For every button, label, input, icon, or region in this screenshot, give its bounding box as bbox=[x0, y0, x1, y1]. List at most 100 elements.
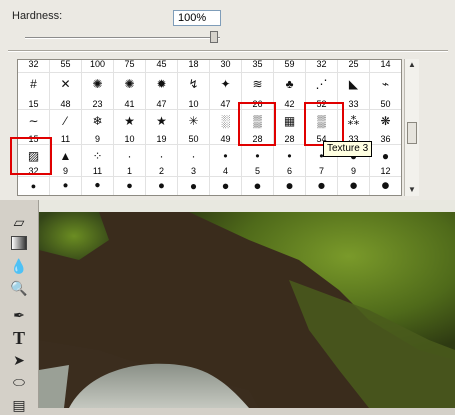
brush-preset-r3-c1[interactable]: ⁄ 11 bbox=[50, 110, 82, 145]
brush-preset-r4-c6[interactable]: • 4 bbox=[210, 145, 242, 177]
brush-preset-r3-c9[interactable]: ▒ 54 bbox=[306, 110, 338, 145]
divider bbox=[8, 50, 448, 52]
brush-preset-r2-c8[interactable]: ♣ 42 bbox=[274, 73, 306, 110]
brush-preset-r5-c1[interactable]: ● bbox=[50, 177, 82, 195]
scroll-up-icon[interactable]: ▲ bbox=[405, 59, 419, 71]
brush-preset-r3-c11[interactable]: ❋ 36 bbox=[370, 110, 401, 145]
brush-preset-grid: 32 55 100 75 45 18 30 35 59 32 25 14 #15 ✕ 48 ✺ 23 ✺ 41 ✹ 47… bbox=[17, 59, 402, 196]
brush-preset-r1-c1[interactable]: 55 bbox=[50, 59, 82, 73]
brush-preset-r1-c0[interactable]: 32 bbox=[18, 60, 50, 73]
brush-preset-r3-c7[interactable]: ▒ 28 bbox=[242, 110, 274, 145]
brush-preset-r2-c11[interactable]: ⌁ 50 bbox=[370, 73, 401, 110]
brush-size-label: 75 bbox=[124, 59, 135, 69]
ellipse-icon[interactable]: ⬭ bbox=[8, 372, 30, 392]
brush-preset-r1-c2[interactable]: 100 bbox=[82, 59, 114, 73]
brush-preset-r2-c5[interactable]: ↯ 10 bbox=[178, 73, 210, 110]
brush-preset-r4-c1[interactable]: ▲ 9 bbox=[50, 145, 82, 177]
hardness-slider-track[interactable] bbox=[25, 37, 220, 39]
brush-size-label: 36 bbox=[380, 134, 391, 144]
type-icon[interactable]: T bbox=[8, 328, 30, 348]
brush-preset-r1-c11[interactable]: 14 bbox=[370, 60, 401, 73]
brush-preset-r2-c7[interactable]: ≋ 26 bbox=[242, 73, 274, 110]
brush-preset-r4-c7[interactable]: • 5 bbox=[242, 145, 274, 177]
brush-preset-r5-c11[interactable]: ● bbox=[370, 177, 401, 195]
brush-preset-r2-c9[interactable]: ⋰ 52 bbox=[306, 73, 338, 110]
brush-preset-r5-c5[interactable]: ● bbox=[178, 177, 210, 195]
brush-preset-r1-c7[interactable]: 35 bbox=[242, 60, 274, 73]
brush-preset-r4-c5[interactable]: · 3 bbox=[178, 145, 210, 177]
brush-preset-r3-c0[interactable]: ∼ 15 bbox=[18, 110, 50, 145]
brush-preset-r1-c8[interactable]: 59 bbox=[274, 60, 306, 73]
brush-preset-r1-c6[interactable]: 30 bbox=[210, 60, 242, 73]
brush-grid-scrollbar[interactable]: ▲ ▼ bbox=[404, 59, 419, 196]
brush-preset-r3-c8[interactable]: ▦ 28 bbox=[274, 110, 306, 145]
brush-preset-r4-c2[interactable]: ⁘ 11 bbox=[82, 145, 114, 177]
dodge-icon[interactable]: 🔍 bbox=[8, 278, 30, 298]
scroll-thumb[interactable] bbox=[407, 122, 417, 144]
brush-preset-r3-c6[interactable]: ░ 49 bbox=[210, 110, 242, 145]
brush-tip-icon: ≋ bbox=[252, 77, 263, 91]
canvas-image bbox=[39, 200, 455, 408]
brush-size-label: 2 bbox=[158, 166, 164, 176]
brush-size-label: 49 bbox=[220, 134, 231, 144]
brush-preset-r2-c4[interactable]: ✹ 47 bbox=[146, 73, 178, 110]
brush-size-label: 5 bbox=[254, 166, 260, 176]
brush-size-label: 33 bbox=[348, 99, 359, 109]
brush-preset-r1-c10[interactable]: 25 bbox=[338, 60, 370, 73]
hardness-slider-thumb[interactable] bbox=[210, 31, 218, 43]
brush-preset-r3-c5[interactable]: ✳ 50 bbox=[178, 110, 210, 145]
brush-tip-icon: ✳ bbox=[188, 114, 199, 128]
gradient-icon[interactable] bbox=[8, 233, 30, 253]
blur-drop-icon[interactable]: 💧 bbox=[8, 256, 30, 276]
brush-preset-r2-c3[interactable]: ✺ 41 bbox=[114, 73, 146, 110]
brush-size-label: 9 bbox=[62, 166, 68, 176]
brush-preset-r2-c6[interactable]: ✦ 47 bbox=[210, 73, 242, 110]
brush-preset-r2-c10[interactable]: ◣ 33 bbox=[338, 73, 370, 110]
brush-tip-icon: ▒ bbox=[253, 114, 262, 128]
brush-preset-r3-c2[interactable]: ❄ 9 bbox=[82, 110, 114, 145]
brush-preset-r4-c0[interactable]: ▨ 32 bbox=[18, 145, 50, 177]
brush-preset-r4-c4[interactable]: · 2 bbox=[146, 145, 178, 177]
brush-tip-icon: ● bbox=[348, 177, 359, 194]
brush-preset-r1-c3[interactable]: 75 bbox=[114, 59, 146, 73]
path-select-icon[interactable]: ➤ bbox=[8, 350, 30, 370]
brush-preset-r5-c4[interactable]: ● bbox=[146, 177, 178, 195]
brush-size-label: 100 bbox=[89, 59, 106, 69]
brush-tip-icon: ∼ bbox=[28, 114, 39, 128]
brush-tip-icon: ✺ bbox=[124, 77, 135, 91]
brush-preset-r4-c3[interactable]: · 1 bbox=[114, 145, 146, 177]
brush-preset-r2-c0[interactable]: #15 bbox=[18, 73, 50, 110]
brush-size-label: 12 bbox=[380, 166, 391, 176]
brush-size-label: 28 bbox=[284, 134, 295, 144]
brush-preset-r2-c2[interactable]: ✺ 23 bbox=[82, 73, 114, 110]
brush-preset-r1-c4[interactable]: 45 bbox=[146, 60, 178, 73]
brush-preset-r5-c9[interactable]: ● bbox=[306, 177, 338, 195]
brush-preset-r5-c10[interactable]: ● bbox=[338, 177, 370, 195]
brush-preset-r1-c5[interactable]: 18 bbox=[178, 60, 210, 73]
brush-preset-r4-c11[interactable]: ● 12 bbox=[370, 145, 401, 177]
brush-preset-r4-c8[interactable]: • 6 bbox=[274, 145, 306, 177]
brush-size-label: 9 bbox=[350, 166, 356, 176]
brush-preset-r5-c0[interactable]: ● bbox=[18, 177, 50, 195]
brush-tip-icon: ● bbox=[285, 178, 294, 193]
brush-preset-r5-c6[interactable]: ● bbox=[210, 177, 242, 195]
eraser-icon[interactable]: ▱ bbox=[8, 212, 30, 232]
scroll-down-icon[interactable]: ▼ bbox=[405, 184, 419, 196]
pen-icon[interactable]: ✒ bbox=[8, 305, 30, 325]
image-canvas[interactable] bbox=[39, 200, 455, 408]
hardness-input[interactable]: 100% bbox=[173, 10, 221, 26]
brush-preset-r5-c2[interactable]: ● bbox=[82, 177, 114, 195]
brush-tip-icon: ◣ bbox=[348, 77, 359, 91]
brush-preset-r5-c8[interactable]: ● bbox=[274, 177, 306, 195]
brush-preset-r2-c1[interactable]: ✕ 48 bbox=[50, 73, 82, 110]
notes-icon[interactable]: ▤ bbox=[8, 395, 30, 415]
brush-tip-icon: ❋ bbox=[380, 114, 391, 128]
brush-preset-r3-c3[interactable]: ★ 10 bbox=[114, 110, 146, 145]
brush-preset-r5-c3[interactable]: ● bbox=[114, 177, 146, 195]
brush-preset-r1-c9[interactable]: 32 bbox=[306, 60, 338, 73]
brush-preset-r3-c10[interactable]: ⁂ 33 bbox=[338, 110, 370, 145]
brush-size-label: 55 bbox=[60, 59, 71, 69]
brush-preset-r3-c4[interactable]: ★ 19 bbox=[146, 110, 178, 145]
brush-preset-r5-c7[interactable]: ● bbox=[242, 177, 274, 195]
brush-tip-icon: ● bbox=[317, 178, 326, 194]
